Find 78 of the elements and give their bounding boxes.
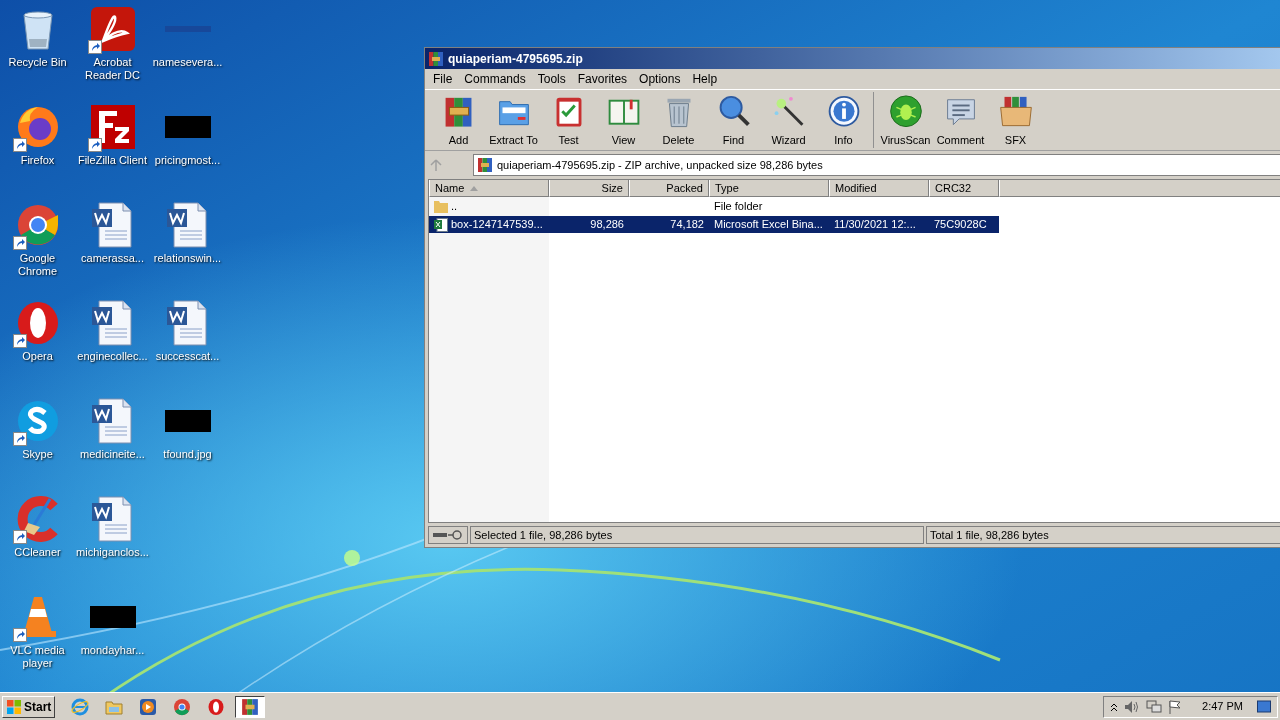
desktop-icon-label[interactable]: Acrobat Reader DC bbox=[75, 56, 150, 82]
filezilla-icon bbox=[88, 103, 137, 151]
path-field[interactable]: quiaperiam-4795695.zip - ZIP archive, unpacked size 98,286 bytes bbox=[473, 154, 1280, 176]
network-icon[interactable] bbox=[1146, 699, 1163, 714]
table-cell-text: .. bbox=[451, 199, 458, 215]
toolbar-button[interactable]: Add bbox=[431, 92, 486, 148]
folder-icon bbox=[434, 200, 448, 213]
start-button[interactable]: Start bbox=[2, 695, 56, 718]
desktop-icon-label[interactable]: camerassa... bbox=[75, 252, 150, 265]
desktop-icon-label[interactable]: enginecollec... bbox=[75, 350, 150, 363]
status-selected: Selected 1 file, 98,286 bytes bbox=[470, 526, 924, 544]
menu-item[interactable]: Favorites bbox=[571, 70, 634, 88]
file-row[interactable]: .. File folder bbox=[429, 198, 999, 215]
desktop-icon-label[interactable]: Firefox bbox=[0, 154, 75, 167]
table-cell-text: 75C9028C bbox=[934, 217, 987, 233]
toolbar-button[interactable]: Find bbox=[706, 92, 761, 148]
media-player-icon bbox=[139, 697, 158, 716]
toolbar-button[interactable]: Delete bbox=[651, 92, 706, 148]
toolbar-button[interactable]: View bbox=[596, 92, 651, 148]
archive-icon bbox=[428, 50, 444, 67]
clock[interactable]: 2:47 PM bbox=[1202, 698, 1243, 715]
table-cell-text: box-1247147539... bbox=[451, 217, 543, 233]
drive-key-icon bbox=[432, 530, 464, 540]
desktop-icon-label[interactable]: FileZilla Client bbox=[75, 154, 150, 167]
chevron-up-icon[interactable] bbox=[1110, 701, 1119, 712]
toolbar-button[interactable]: Info bbox=[816, 92, 871, 148]
column-header[interactable]: Size bbox=[549, 180, 629, 197]
table-cell-text: Microsoft Excel Bina... bbox=[714, 217, 823, 233]
toolbar-button[interactable]: Comment bbox=[933, 92, 988, 148]
toolbar-button[interactable]: VirusScan bbox=[878, 92, 933, 148]
column-header[interactable]: Packed bbox=[629, 180, 709, 197]
desktop-icon-label[interactable]: namesevera... bbox=[150, 56, 225, 69]
column-header[interactable]: Name bbox=[429, 180, 549, 197]
spreadsheet-icon bbox=[434, 217, 448, 232]
bug-icon bbox=[887, 94, 924, 129]
opera-icon bbox=[207, 697, 226, 716]
toolbar-button[interactable]: Wizard bbox=[761, 92, 816, 148]
desktop-icon-label[interactable]: pricingmost... bbox=[150, 154, 225, 167]
menu-item[interactable]: Options bbox=[633, 70, 687, 88]
menu-item[interactable]: Tools bbox=[531, 70, 572, 88]
acrobat-icon bbox=[88, 5, 137, 53]
file-row[interactable]: box-1247147539... 98,286 74,182 Microsoft Excel Bina... 11/30/2021 12:... 75C9028C bbox=[429, 216, 999, 233]
toolbar-button[interactable]: Extract To bbox=[486, 92, 541, 148]
chrome-icon bbox=[173, 697, 192, 716]
file-thumbnail-icon bbox=[164, 410, 211, 432]
file-thumbnail-icon bbox=[89, 606, 136, 628]
table-cell-text: File folder bbox=[714, 199, 763, 215]
windows-logo-icon bbox=[6, 698, 22, 715]
table-cell-text: 11/30/2021 12:... bbox=[834, 217, 916, 233]
status-total: Total 1 file, 98,286 bytes bbox=[926, 526, 1280, 544]
toolbar-button[interactable]: Test bbox=[541, 92, 596, 148]
speaker-icon[interactable] bbox=[1124, 699, 1141, 714]
table-cell-text: 98,286 bbox=[590, 217, 624, 233]
archive-icon bbox=[477, 157, 493, 173]
column-header[interactable]: Modified bbox=[829, 180, 929, 197]
flag-icon[interactable] bbox=[1168, 699, 1183, 714]
desktop-icon-label[interactable]: Google Chrome bbox=[0, 252, 75, 278]
desktop-icon-label[interactable]: VLC media player bbox=[0, 644, 75, 670]
internet-explorer-icon bbox=[71, 697, 90, 716]
archive-icon bbox=[241, 697, 260, 716]
desktop-icon-label[interactable]: Skype bbox=[0, 448, 75, 461]
column-header[interactable]: Type bbox=[709, 180, 829, 197]
menu-item[interactable]: Commands bbox=[458, 70, 532, 88]
sort-arrow-icon bbox=[470, 185, 479, 191]
box-icon bbox=[997, 94, 1034, 129]
menu-item[interactable]: Help bbox=[686, 70, 724, 88]
taskbar-button[interactable] bbox=[235, 695, 266, 718]
desktop-icon-label[interactable]: Recycle Bin bbox=[0, 56, 75, 69]
toolbar-button[interactable]: SFX bbox=[988, 92, 1043, 148]
file-thumbnail-icon bbox=[164, 116, 211, 138]
window-title: quiaperiam-4795695.zip bbox=[448, 50, 583, 68]
column-header[interactable]: CRC32 bbox=[929, 180, 999, 197]
menu-item[interactable]: File bbox=[427, 70, 459, 88]
table-cell-text: 74,182 bbox=[670, 217, 704, 233]
desktop-icon-label[interactable]: relationswin... bbox=[150, 252, 225, 265]
desktop-icon-label[interactable]: successcat... bbox=[150, 350, 225, 363]
show-desktop-icon[interactable] bbox=[1257, 699, 1271, 714]
desktop-icon-label[interactable]: Opera bbox=[0, 350, 75, 363]
